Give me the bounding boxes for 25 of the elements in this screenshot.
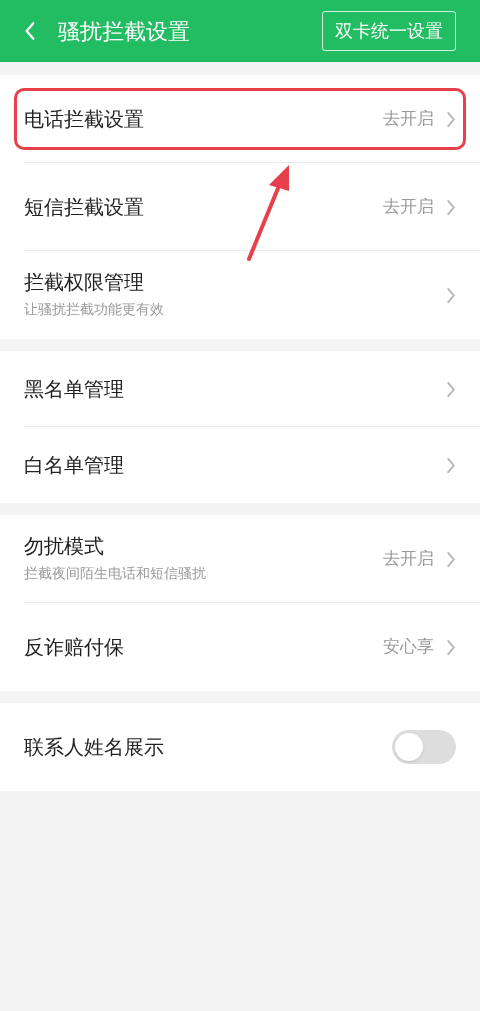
row-label: 短信拦截设置	[24, 194, 144, 220]
chevron-icon	[446, 456, 456, 474]
row-label: 白名单管理	[24, 452, 124, 478]
row-value[interactable]: 安心享	[383, 634, 434, 660]
chevron-icon	[446, 380, 456, 398]
toggle-switch[interactable]	[392, 730, 456, 764]
chevron-icon	[446, 638, 456, 656]
row-label: 联系人姓名展示	[24, 734, 164, 760]
row-label: 电话拦截设置	[24, 106, 144, 132]
row-label: 反诈赔付保	[24, 634, 124, 660]
row-value[interactable]: 去开启	[383, 106, 434, 132]
chevron-icon	[446, 550, 456, 568]
row-label: 勿扰模式	[24, 534, 105, 559]
page-title: 骚扰拦截设置	[58, 17, 191, 46]
back-icon	[24, 21, 36, 41]
row-label: 黑名单管理	[24, 376, 124, 402]
row-subtitle: 拦截夜间陌生电话和短信骚扰	[24, 564, 206, 583]
chevron-icon	[446, 286, 456, 304]
row-label: 拦截权限管理	[24, 270, 145, 295]
row-subtitle: 让骚扰拦截功能更有效	[24, 300, 164, 319]
row-value[interactable]: 去开启	[383, 546, 434, 572]
chevron-icon	[446, 110, 456, 128]
chevron-icon	[446, 198, 456, 216]
row-value[interactable]: 去开启	[383, 194, 434, 220]
dual-sim-button[interactable]: 双卡统一设置	[322, 11, 456, 51]
